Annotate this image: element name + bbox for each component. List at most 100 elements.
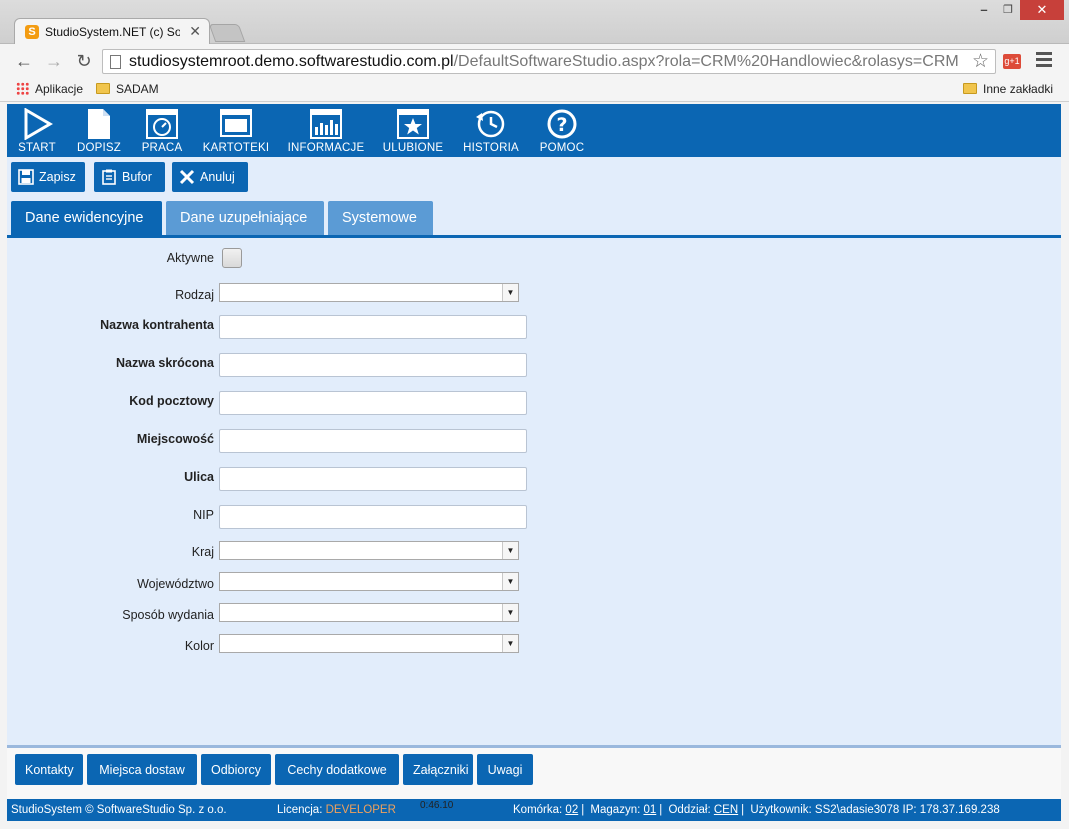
help-icon: ? (547, 109, 577, 139)
chart-icon (310, 109, 342, 139)
nav-label: DOPISZ (76, 142, 121, 154)
nip-input[interactable] (219, 505, 527, 529)
browser-toolbar: ← → ↻ studiosystemroot.demo.softwarestud… (0, 44, 1069, 78)
license-value: DEVELOPER (325, 804, 396, 816)
nip-label: NIP (193, 508, 214, 522)
star-icon (397, 109, 429, 139)
contacts-button[interactable]: Kontakty (15, 754, 83, 785)
history-icon (476, 110, 505, 138)
play-icon (24, 108, 53, 140)
sposob-wydania-label: Sposób wydania (122, 608, 214, 622)
browser-tab[interactable]: S StudioSystem.NET (c) Soft ✕ (14, 18, 210, 45)
nav-label: HISTORIA (463, 142, 519, 154)
sposob-wydania-select[interactable]: ▼ (219, 603, 519, 622)
nav-historia[interactable]: HISTORIA (457, 104, 525, 157)
copyright-text: StudioSystem © SoftwareStudio Sp. z o.o. (11, 804, 227, 816)
document-icon (88, 109, 110, 139)
floppy-disk-icon (18, 169, 34, 185)
nazwa-skrocona-label: Nazwa skrócona (116, 356, 214, 370)
ulica-input[interactable] (219, 467, 527, 491)
clipboard-icon (102, 169, 116, 185)
buffer-label: Bufor (122, 170, 152, 184)
nav-label: POMOC (539, 142, 585, 154)
dropdown-arrow-icon[interactable]: ▼ (502, 573, 518, 590)
close-window-button[interactable]: ✕ (1020, 0, 1064, 20)
close-tab-icon[interactable]: ✕ (189, 23, 201, 40)
bookmark-sadam[interactable]: SADAM (96, 82, 159, 96)
cancel-button[interactable]: Anuluj (172, 162, 248, 192)
tab-dane-ewidencyjne[interactable]: Dane ewidencyjne (11, 201, 162, 235)
buffer-button[interactable]: Bufor (94, 162, 165, 192)
active-label: Aktywne (166, 251, 214, 265)
chrome-menu-icon[interactable] (1036, 52, 1052, 70)
folder-icon (96, 83, 110, 94)
close-icon (179, 169, 195, 185)
bookmark-other[interactable]: Inne zakładki (963, 82, 1053, 96)
dropdown-arrow-icon[interactable]: ▼ (502, 635, 518, 652)
recipients-button[interactable]: Odbiorcy (201, 754, 271, 785)
session-timer: 0:46.10 (420, 800, 454, 811)
additional-features-button[interactable]: Cechy dodatkowe (275, 754, 399, 785)
nav-ulubione[interactable]: ULUBIONE (379, 104, 447, 157)
monitor-icon (220, 109, 252, 137)
kod-pocztowy-label: Kod pocztowy (129, 394, 214, 408)
active-checkbox[interactable] (222, 248, 242, 268)
favicon-icon: S (25, 25, 39, 39)
nazwa-kontrahenta-label: Nazwa kontrahenta (100, 318, 214, 332)
location-info: Komórka: 02 | Magazyn: 01 | Oddział: CEN | … (513, 804, 1000, 816)
bookmark-label: Aplikacje (35, 82, 84, 96)
main-navigation: START DOPISZ PRACA KARTOTEKI INFORMACJE … (7, 104, 1061, 157)
license-label: Licencja: (277, 804, 323, 816)
tab-dane-uzupelniajace[interactable]: Dane uzupełniające (166, 201, 324, 235)
save-button[interactable]: Zapisz (11, 162, 85, 192)
nazwa-skrocona-input[interactable] (219, 353, 527, 377)
notes-button[interactable]: Uwagi (477, 754, 533, 785)
nav-dopisz[interactable]: DOPISZ (71, 104, 127, 157)
nazwa-kontrahenta-input[interactable] (219, 315, 527, 339)
nav-start[interactable]: START (11, 104, 63, 157)
rodzaj-select[interactable]: ▼ (219, 283, 519, 302)
browser-tabstrip: S StudioSystem.NET (c) Soft ✕ – ❐ ✕ (0, 0, 1069, 45)
dropdown-arrow-icon[interactable]: ▼ (502, 604, 518, 621)
nav-praca[interactable]: PRACA (135, 104, 189, 157)
wojewodztwo-label: Województwo (137, 577, 214, 591)
miejscowosc-label: Miejscowość (136, 432, 214, 446)
kraj-select[interactable]: ▼ (219, 541, 519, 560)
address-bar[interactable]: studiosystemroot.demo.softwarestudio.com… (102, 49, 996, 74)
magazyn-link[interactable]: 01 (643, 804, 656, 816)
nav-kartoteki[interactable]: KARTOTEKI (197, 104, 275, 157)
back-arrow-icon[interactable]: ← (12, 50, 36, 72)
url-path: /DefaultSoftwareStudio.aspx?rola=CRM%20H… (453, 53, 959, 70)
nav-label: ULUBIONE (382, 142, 444, 154)
nav-informacje[interactable]: INFORMACJE (285, 104, 367, 157)
url-host: studiosystemroot.demo.softwarestudio.com… (129, 53, 454, 70)
dropdown-arrow-icon[interactable]: ▼ (502, 284, 518, 301)
oddzial-link[interactable]: CEN (714, 804, 738, 816)
nav-pomoc[interactable]: ? POMOC (535, 104, 589, 157)
user-label: Użytkownik: (750, 804, 812, 816)
miejscowosc-input[interactable] (219, 429, 527, 453)
reload-icon[interactable]: ↻ (72, 50, 96, 72)
kod-pocztowy-input[interactable] (219, 391, 527, 415)
kraj-label: Kraj (191, 545, 214, 559)
tab-systemowe[interactable]: Systemowe (328, 201, 433, 235)
new-tab-button[interactable] (208, 24, 246, 42)
kolor-select[interactable]: ▼ (219, 634, 519, 653)
minimize-window-button[interactable]: – (972, 0, 996, 20)
komorka-link[interactable]: 02 (565, 804, 578, 816)
bookmark-star-icon[interactable]: ☆ (972, 50, 989, 73)
save-label: Zapisz (39, 170, 76, 184)
bookmarks-bar: Aplikacje SADAM Inne zakładki (0, 78, 1069, 102)
attachments-button[interactable]: Załączniki (403, 754, 473, 785)
dropdown-arrow-icon[interactable]: ▼ (502, 542, 518, 559)
maximize-window-button[interactable]: ❐ (996, 0, 1020, 20)
bookmark-apps[interactable]: Aplikacje (16, 82, 83, 96)
nav-label: KARTOTEKI (202, 142, 270, 154)
ip-value: 178.37.169.238 (919, 804, 1000, 816)
wojewodztwo-select[interactable]: ▼ (219, 572, 519, 591)
cancel-label: Anuluj (200, 170, 235, 184)
status-bar: StudioSystem © SoftwareStudio Sp. z o.o.… (7, 799, 1061, 821)
gplus-extension-icon[interactable]: g+1 (1003, 54, 1021, 69)
delivery-places-button[interactable]: Miejsca dostaw (87, 754, 197, 785)
forward-arrow-icon[interactable]: → (42, 50, 66, 72)
